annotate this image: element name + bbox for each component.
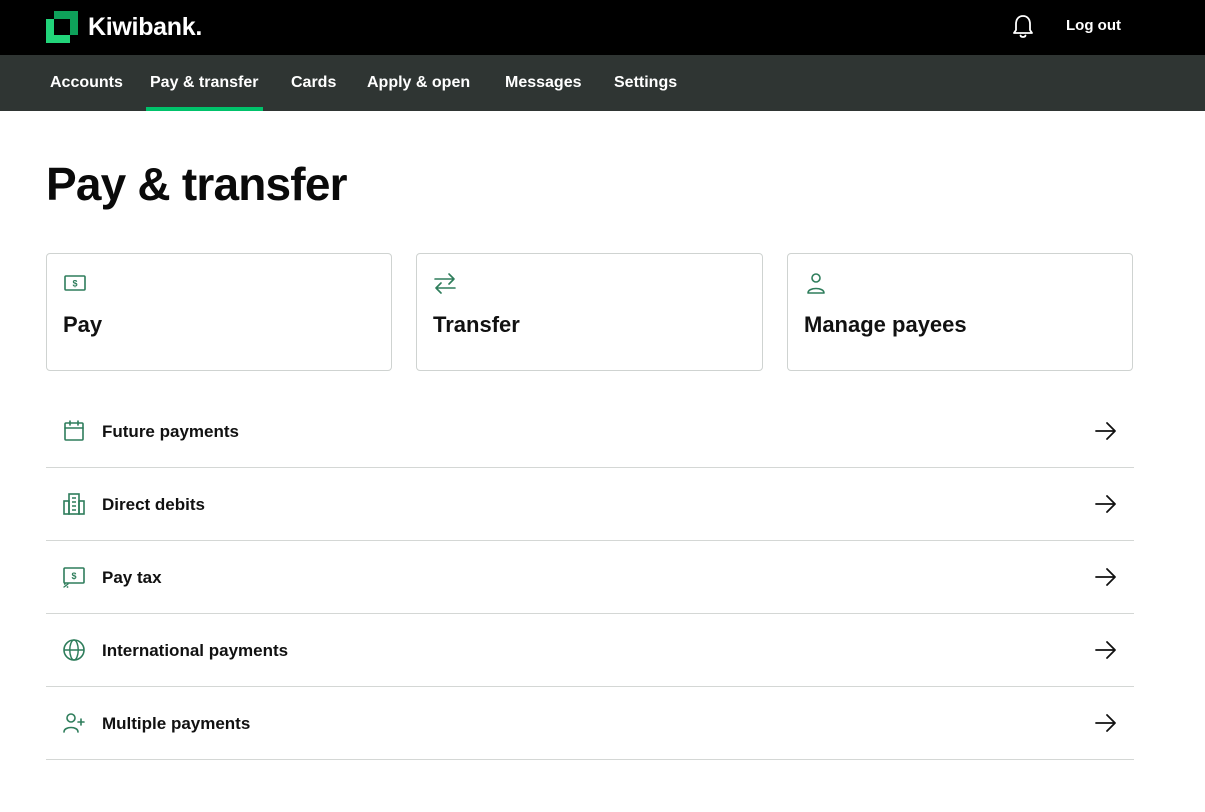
list-item-label: Multiple payments	[102, 714, 251, 733]
add-person-icon	[63, 713, 85, 733]
list-item-direct-debits[interactable]: Direct debits	[46, 468, 1134, 541]
svg-text:$: $	[71, 571, 76, 581]
pay-tile-label: Pay	[63, 312, 103, 337]
calendar-icon	[64, 420, 84, 441]
nav-item-cards[interactable]: Cards	[287, 55, 340, 111]
kiwibank-logo-icon	[46, 11, 78, 43]
list-item-future-payments[interactable]: Future payments	[46, 395, 1134, 468]
bell-icon[interactable]	[1011, 14, 1035, 40]
nav-item-settings[interactable]: Settings	[610, 55, 681, 111]
list-item-pay-tax[interactable]: $ Pay tax	[46, 541, 1134, 614]
nav-item-pay-transfer[interactable]: Pay & transfer	[146, 55, 263, 111]
arrow-right-icon	[1095, 714, 1116, 732]
transfer-arrows-icon	[434, 273, 456, 294]
list-item-multiple-payments[interactable]: Multiple payments	[46, 687, 1134, 760]
main-nav: Accounts Pay & transfer Cards Apply & op…	[0, 55, 1205, 111]
transfer-tile[interactable]: Transfer	[416, 253, 763, 371]
globe-icon	[63, 639, 85, 661]
page-title: Pay & transfer	[46, 158, 348, 210]
arrow-right-icon	[1095, 568, 1116, 586]
list-item-label: Future payments	[102, 422, 239, 441]
arrow-right-icon	[1095, 422, 1116, 440]
svg-text:$: $	[72, 279, 77, 289]
nav-item-accounts[interactable]: Accounts	[46, 55, 127, 111]
money-note-icon: $	[64, 275, 86, 291]
nav-item-apply-open[interactable]: Apply & open	[363, 55, 474, 111]
arrow-right-icon	[1095, 641, 1116, 659]
manage-payees-tile-label: Manage payees	[804, 312, 967, 337]
top-header: Kiwibank. Log out	[0, 0, 1205, 55]
payment-options-list: Future payments Direct debits $ Pay tax	[46, 395, 1134, 760]
manage-payees-tile[interactable]: Manage payees	[787, 253, 1133, 371]
building-icon	[63, 493, 85, 515]
brand-logo[interactable]: Kiwibank.	[46, 11, 202, 43]
person-icon	[807, 273, 825, 294]
pay-tile[interactable]: $ Pay	[46, 253, 392, 371]
nav-item-messages[interactable]: Messages	[501, 55, 586, 111]
transfer-tile-label: Transfer	[433, 312, 520, 337]
tax-note-icon: $	[63, 567, 85, 588]
list-item-international-payments[interactable]: International payments	[46, 614, 1134, 687]
logout-button[interactable]: Log out	[1058, 17, 1129, 34]
list-item-label: Direct debits	[102, 495, 205, 514]
list-item-label: International payments	[102, 641, 289, 660]
brand-name: Kiwibank.	[88, 12, 202, 41]
list-item-label: Pay tax	[102, 568, 162, 587]
arrow-right-icon	[1095, 495, 1116, 513]
